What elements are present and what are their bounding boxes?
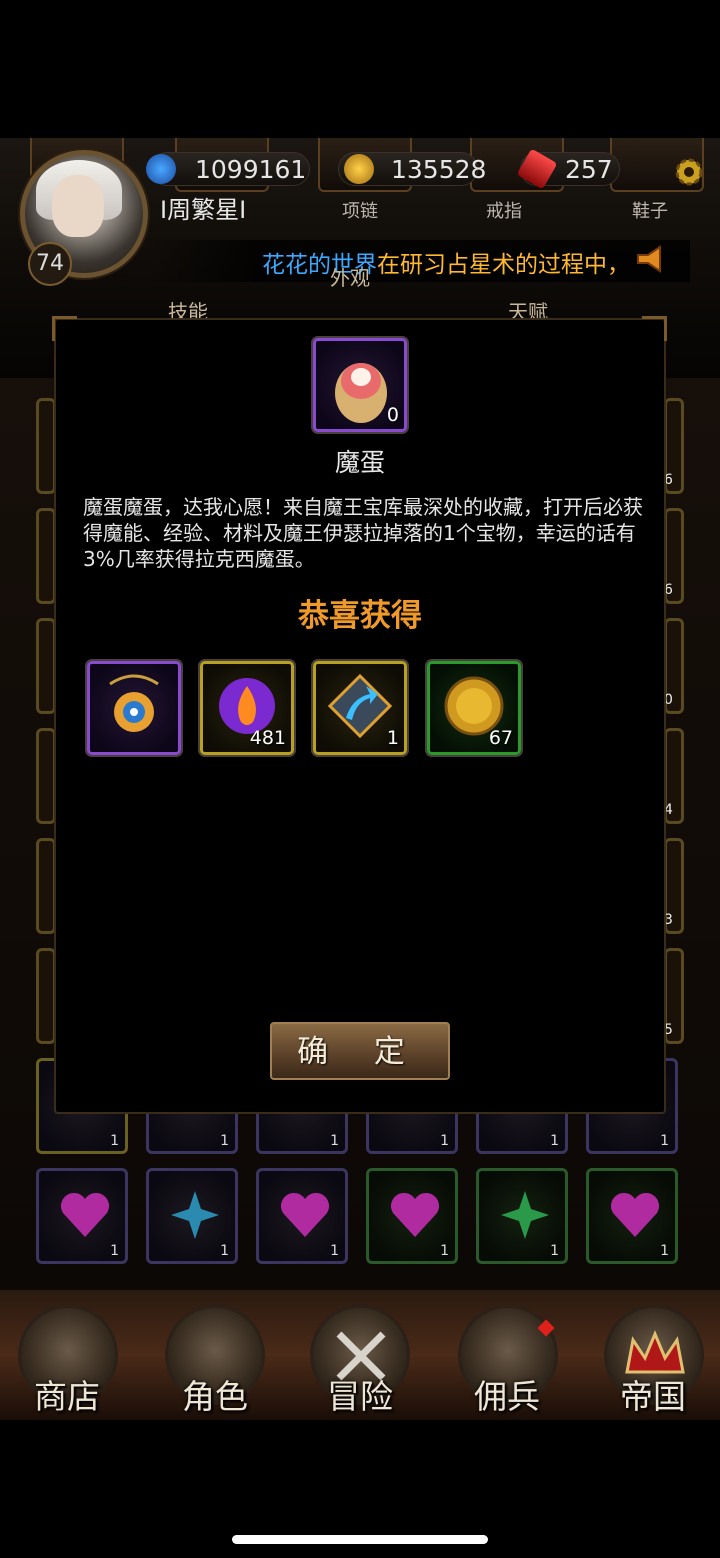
- blue-star-gem-icon: [171, 1191, 219, 1239]
- inventory-slot-star[interactable]: 1: [476, 1168, 568, 1264]
- reward-count: 67: [488, 727, 513, 749]
- heart-gem-icon: [60, 1192, 110, 1237]
- mana-value: 1099161: [195, 155, 307, 184]
- avatar-face: [52, 175, 104, 237]
- announcement-message: 在研习占星术的过程中，: [377, 252, 630, 278]
- horn-icon[interactable]: [634, 243, 666, 275]
- inventory-slot[interactable]: [36, 728, 56, 824]
- gold-coin-icon: [344, 154, 374, 184]
- nav-mercenary-label[interactable]: 佣兵: [452, 1370, 562, 1418]
- home-indicator[interactable]: [232, 1535, 488, 1544]
- mana-icon: [146, 154, 176, 184]
- congrats-heading: 恭喜获得: [298, 598, 422, 634]
- confirm-button[interactable]: 确 定: [270, 1022, 450, 1080]
- gold-value: 135528: [391, 155, 487, 184]
- heart-gem-icon: [610, 1192, 660, 1237]
- heart-gem-icon: [390, 1192, 440, 1237]
- dialog-corner: [52, 316, 77, 341]
- nav-adventure-label[interactable]: 冒险: [305, 1370, 415, 1418]
- gem-value: 257: [565, 155, 613, 184]
- main-item-slot: 0: [313, 338, 407, 432]
- upgrade-arrow-icon: [327, 673, 393, 739]
- inventory-slot-heart[interactable]: 1: [36, 1168, 128, 1264]
- reward-slot[interactable]: 1: [313, 661, 407, 755]
- item-title: 魔蛋: [334, 448, 385, 477]
- slot-label-shoes: 鞋子: [632, 201, 668, 222]
- inventory-slot[interactable]: [36, 948, 56, 1044]
- main-item-count: 0: [386, 404, 399, 426]
- item-description: 魔蛋魔蛋，达我心愿！来自魔王宝库最深处的收藏，打开后必获得魔能、经验、材料及魔王…: [83, 495, 643, 571]
- inventory-slot[interactable]: [36, 838, 56, 934]
- reward-count: 481: [249, 727, 286, 749]
- slot-label-necklace: 项链: [342, 201, 378, 222]
- level-badge: 74: [28, 242, 72, 286]
- inventory-slot-heart[interactable]: 1: [586, 1168, 678, 1264]
- slot-label-ring: 戒指: [486, 201, 522, 222]
- green-star-gem-icon: [501, 1191, 549, 1239]
- heart-gem-icon: [280, 1192, 330, 1237]
- reward-slot[interactable]: 67: [427, 661, 521, 755]
- nav-empire-label[interactable]: 帝国: [598, 1370, 708, 1418]
- inventory-slot-star[interactable]: 1: [146, 1168, 238, 1264]
- reward-slot[interactable]: [87, 661, 181, 755]
- necklace-icon: [109, 674, 159, 732]
- nav-shop-label[interactable]: 商店: [12, 1370, 122, 1418]
- inventory-slot-heart[interactable]: 1: [256, 1168, 348, 1264]
- reward-count: 1: [386, 727, 399, 749]
- dialog-corner: [642, 316, 667, 341]
- tab-appearance[interactable]: 外观: [330, 262, 370, 291]
- nav-character-label[interactable]: 角色: [160, 1370, 270, 1418]
- inventory-slot-heart[interactable]: 1: [366, 1168, 458, 1264]
- demon-egg-icon: [335, 363, 387, 423]
- announcement-text: 花花的世界在研习占星术的过程中，: [262, 245, 630, 279]
- reward-slot[interactable]: 481: [200, 661, 294, 755]
- gear-icon[interactable]: [672, 155, 706, 189]
- player-name: I周繁星I: [160, 196, 247, 224]
